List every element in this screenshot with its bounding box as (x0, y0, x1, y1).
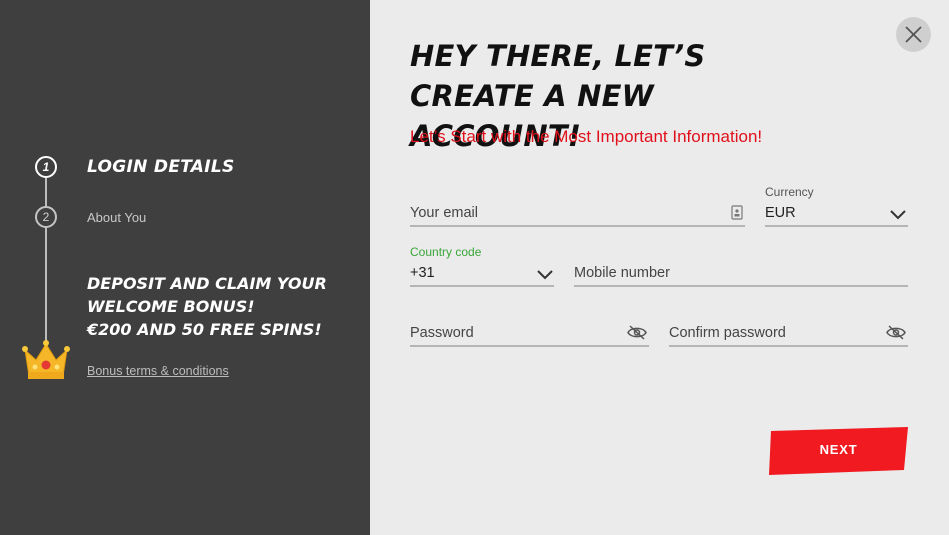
email-placeholder: Your email (410, 205, 478, 221)
bonus-promo-text: DEPOSIT AND CLAIM YOUR WELCOME BONUS! €2… (87, 272, 357, 341)
mobile-number-field[interactable]: Mobile number (574, 263, 908, 287)
confirm-password-placeholder: Confirm password (669, 325, 786, 341)
page-subtitle: Let’s Start with the Most Important Info… (410, 127, 763, 146)
next-button-label: NEXT (819, 442, 858, 457)
currency-value: EUR (765, 205, 796, 221)
password-field[interactable]: Password (410, 323, 649, 347)
contact-card-icon (731, 205, 743, 220)
mobile-number-placeholder: Mobile number (574, 265, 670, 281)
eye-off-icon[interactable] (886, 325, 906, 340)
step-1-label: LOGIN DETAILS (87, 157, 235, 177)
bonus-line-3: €200 AND 50 FREE SPINS! (87, 320, 322, 339)
close-icon (905, 26, 922, 43)
bonus-line-2: WELCOME BONUS! (87, 297, 255, 316)
step-1-indicator: 1 (35, 156, 57, 178)
title-line-1: HEY THERE, LET’S (410, 39, 706, 73)
bonus-terms-link[interactable]: Bonus terms & conditions (87, 364, 229, 378)
sidebar: 1 LOGIN DETAILS 2 About You DEPOSIT AND … (0, 0, 370, 535)
bonus-line-1: DEPOSIT AND CLAIM YOUR (87, 274, 327, 293)
country-code-label: Country code (410, 245, 482, 259)
close-button[interactable] (896, 17, 931, 52)
country-code-select[interactable]: +31 (410, 263, 554, 287)
email-field[interactable]: Your email (410, 203, 745, 227)
chevron-down-icon (890, 210, 906, 220)
next-button[interactable]: NEXT (769, 427, 908, 475)
country-code-value: +31 (410, 265, 435, 281)
password-placeholder: Password (410, 325, 474, 341)
chevron-down-icon (537, 270, 553, 280)
confirm-password-field[interactable]: Confirm password (669, 323, 908, 347)
crown-icon (22, 338, 70, 382)
currency-label: Currency (765, 185, 814, 199)
currency-select[interactable]: EUR (765, 203, 908, 227)
eye-off-icon[interactable] (627, 325, 647, 340)
step-2-indicator: 2 (35, 206, 57, 228)
step-2-label: About You (87, 210, 147, 225)
steps-connector-line (45, 178, 47, 346)
